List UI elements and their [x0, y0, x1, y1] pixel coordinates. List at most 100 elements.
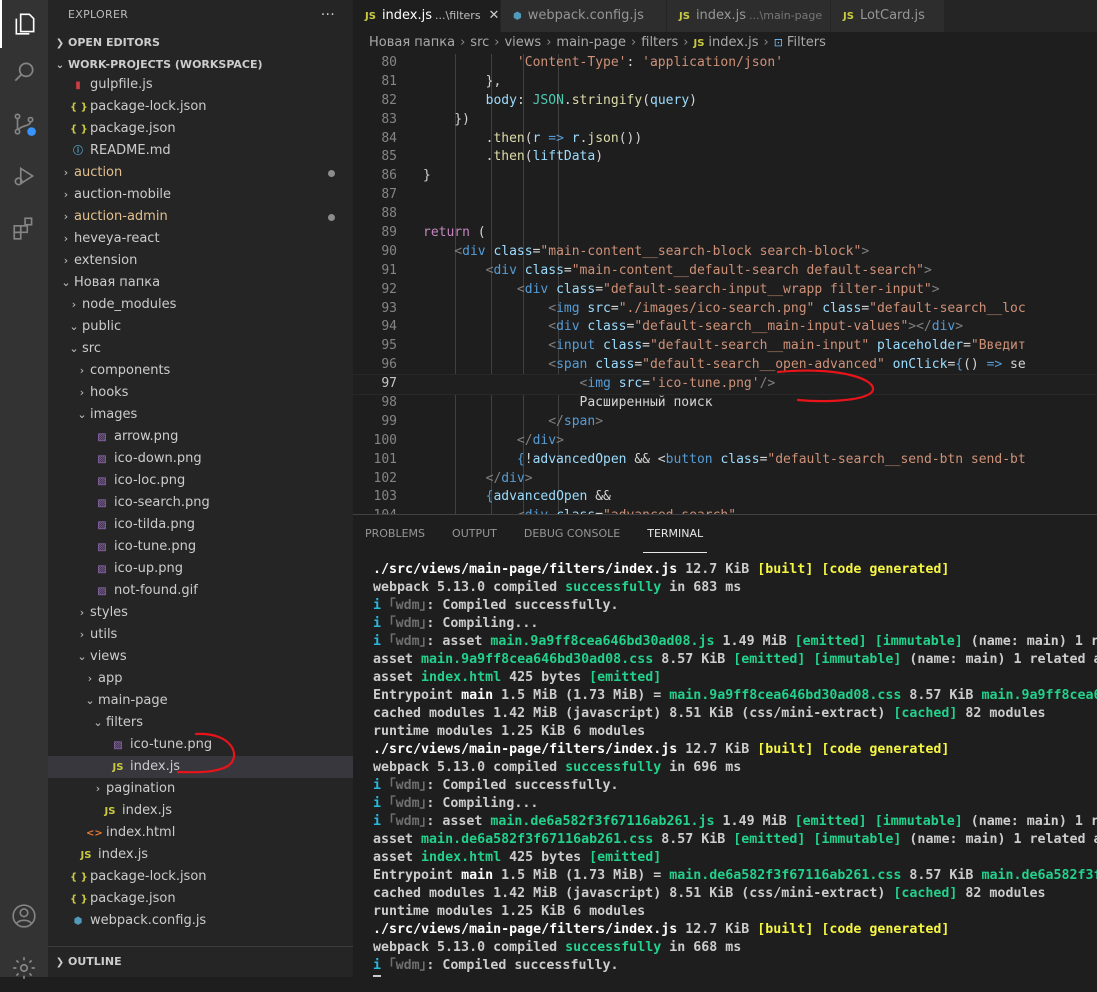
tree-folder[interactable]: ⌄ filters: [48, 712, 353, 734]
chevron-down-icon: ⌄: [85, 694, 95, 707]
tree-file[interactable]: <> index.html: [48, 822, 353, 844]
tree-folder[interactable]: ⌄ Новая папка: [48, 272, 353, 294]
tree-file[interactable]: ▨ ico-down.png: [48, 448, 353, 470]
tab-description: ...\filters: [435, 9, 481, 22]
tree-file[interactable]: ▨ ico-tune.png: [48, 734, 353, 756]
tree-file[interactable]: ▨ ico-tune.png: [48, 536, 353, 558]
editor-tab[interactable]: JS index.js ...\main-page: [667, 0, 831, 32]
editor-tab[interactable]: JS LotCard.js: [831, 0, 945, 32]
tree-file[interactable]: { } package.json: [48, 118, 353, 140]
tree-folder[interactable]: › auction-mobile: [48, 184, 353, 206]
line-number: 103: [373, 489, 397, 505]
breadcrumb-item[interactable]: Новая папка: [369, 35, 455, 50]
tree-file[interactable]: { } package.json: [48, 888, 353, 910]
tree-file[interactable]: ▨ ico-tilda.png: [48, 514, 353, 536]
code-token: img: [587, 376, 611, 392]
code-line: 85 .then(liftData): [353, 148, 1097, 167]
tree-folder[interactable]: › utils: [48, 624, 353, 646]
line-number: 99: [381, 413, 397, 429]
tree-file[interactable]: ▨ not-found.gif: [48, 580, 353, 602]
terminal-segment: cached modules 1.42 MiB (javascript) 8.5…: [373, 706, 894, 721]
breadcrumb-item[interactable]: src: [470, 35, 489, 50]
code-line: 99 </span>: [353, 413, 1097, 432]
tree-folder[interactable]: › components: [48, 360, 353, 382]
panel-tab[interactable]: PROBLEMS: [361, 515, 429, 553]
tree-file[interactable]: JS index.js: [48, 800, 353, 822]
manage-button[interactable]: [0, 944, 48, 992]
tree-folder[interactable]: › auction-admin: [48, 206, 353, 228]
tree-file[interactable]: ▮ gulpfile.js: [48, 74, 353, 96]
code-token: =: [861, 300, 870, 316]
breadcrumb-item[interactable]: index.js: [708, 35, 758, 50]
tree-folder[interactable]: › heveya-react: [48, 228, 353, 250]
tree-file[interactable]: ▨ ico-search.png: [48, 492, 353, 514]
code-editor[interactable]: 80 'Content-Type': 'application/json' 81 …: [353, 54, 1097, 514]
workspace-section[interactable]: ⌄ WORK-PROJECTS (WORKSPACE): [48, 54, 352, 76]
code-line: 91 <div class="main-content__default-sea…: [353, 262, 1097, 281]
info-icon: ⓘ: [73, 146, 83, 157]
tree-folder[interactable]: › app: [48, 668, 353, 690]
code-token: class: [556, 281, 596, 297]
terminal-segment: Entrypoint: [373, 688, 462, 703]
tree-folder[interactable]: ⌄ src: [48, 338, 353, 360]
line-number: 87: [381, 187, 397, 203]
search-button[interactable]: [0, 48, 48, 96]
breadcrumb-item[interactable]: main-page: [556, 35, 626, 50]
tree-file[interactable]: ▨ ico-loc.png: [48, 470, 353, 492]
extensions-button[interactable]: [0, 204, 48, 252]
tree-file[interactable]: JS index.js: [48, 756, 353, 778]
tree-file[interactable]: JS index.js: [48, 844, 353, 866]
breadcrumb-item[interactable]: views: [504, 35, 541, 50]
terminal-segment: asset: [373, 850, 422, 865]
tree-folder[interactable]: › auction: [48, 162, 353, 184]
tree-item-label: ico-loc.png: [114, 473, 186, 488]
run-debug-button[interactable]: [0, 152, 48, 200]
code-token: button: [665, 451, 713, 467]
code-token: =: [563, 262, 572, 278]
open-editors-section[interactable]: ❯ OPEN EDITORS: [48, 32, 352, 54]
tree-folder[interactable]: ⌄ main-page: [48, 690, 353, 712]
json-icon: { }: [70, 872, 88, 883]
editor-tab[interactable]: ⬢ webpack.config.js: [501, 0, 667, 32]
tree-item-label: extension: [74, 253, 138, 268]
tree-folder[interactable]: › extension: [48, 250, 353, 272]
panel-tab[interactable]: DEBUG CONSOLE: [520, 515, 624, 553]
explorer-button[interactable]: [0, 0, 48, 48]
terminal-segment: [emitted]: [589, 850, 662, 865]
more-actions-button[interactable]: ···: [321, 0, 335, 30]
terminal-output[interactable]: ./src/views/main-page/filters/index.js 1…: [373, 561, 1097, 977]
tree-folder[interactable]: ⌄ public: [48, 316, 353, 338]
accounts-button[interactable]: [0, 892, 48, 940]
tree-folder[interactable]: › hooks: [48, 382, 353, 404]
breadcrumb-item[interactable]: filters: [641, 35, 678, 50]
tree-file[interactable]: ⬢ webpack.config.js: [48, 910, 353, 932]
json-icon: { }: [70, 124, 88, 135]
terminal-segment: : Compiled successfully.: [426, 958, 619, 973]
code-line: 96 <span class="default-search__open-adv…: [353, 356, 1097, 375]
terminal-segment: ｢wdm｣: [389, 598, 427, 613]
image-icon: ▨: [97, 498, 107, 509]
tree-file[interactable]: { } package-lock.json: [48, 866, 353, 888]
gulp-icon: ▮: [75, 80, 81, 91]
source-control-button[interactable]: [0, 100, 48, 148]
panel-tab[interactable]: OUTPUT: [448, 515, 501, 553]
tree-file[interactable]: ▨ arrow.png: [48, 426, 353, 448]
terminal-segment: [immutable]: [813, 652, 902, 667]
editor-tab[interactable]: JS index.js ...\filters ✕: [353, 0, 501, 32]
tree-folder[interactable]: › styles: [48, 602, 353, 624]
terminal-segment: Entrypoint: [373, 868, 462, 883]
terminal-segment: i: [373, 814, 390, 829]
tree-folder[interactable]: › pagination: [48, 778, 353, 800]
tree-file[interactable]: { } package-lock.json: [48, 96, 353, 118]
tree-folder[interactable]: ⌄ views: [48, 646, 353, 668]
tree-file[interactable]: ▨ ico-up.png: [48, 558, 353, 580]
panel-tab[interactable]: TERMINAL: [643, 515, 707, 553]
close-icon[interactable]: ✕: [489, 8, 500, 23]
tree-file[interactable]: ⓘ README.md: [48, 140, 353, 162]
outline-section[interactable]: ❯ OUTLINE: [48, 946, 353, 977]
tree-folder[interactable]: ⌄ images: [48, 404, 353, 426]
code-token: "Введит: [970, 338, 1026, 354]
tree-item-label: views: [90, 649, 127, 664]
breadcrumb-item[interactable]: Filters: [787, 35, 826, 50]
tree-folder[interactable]: › node_modules: [48, 294, 353, 316]
